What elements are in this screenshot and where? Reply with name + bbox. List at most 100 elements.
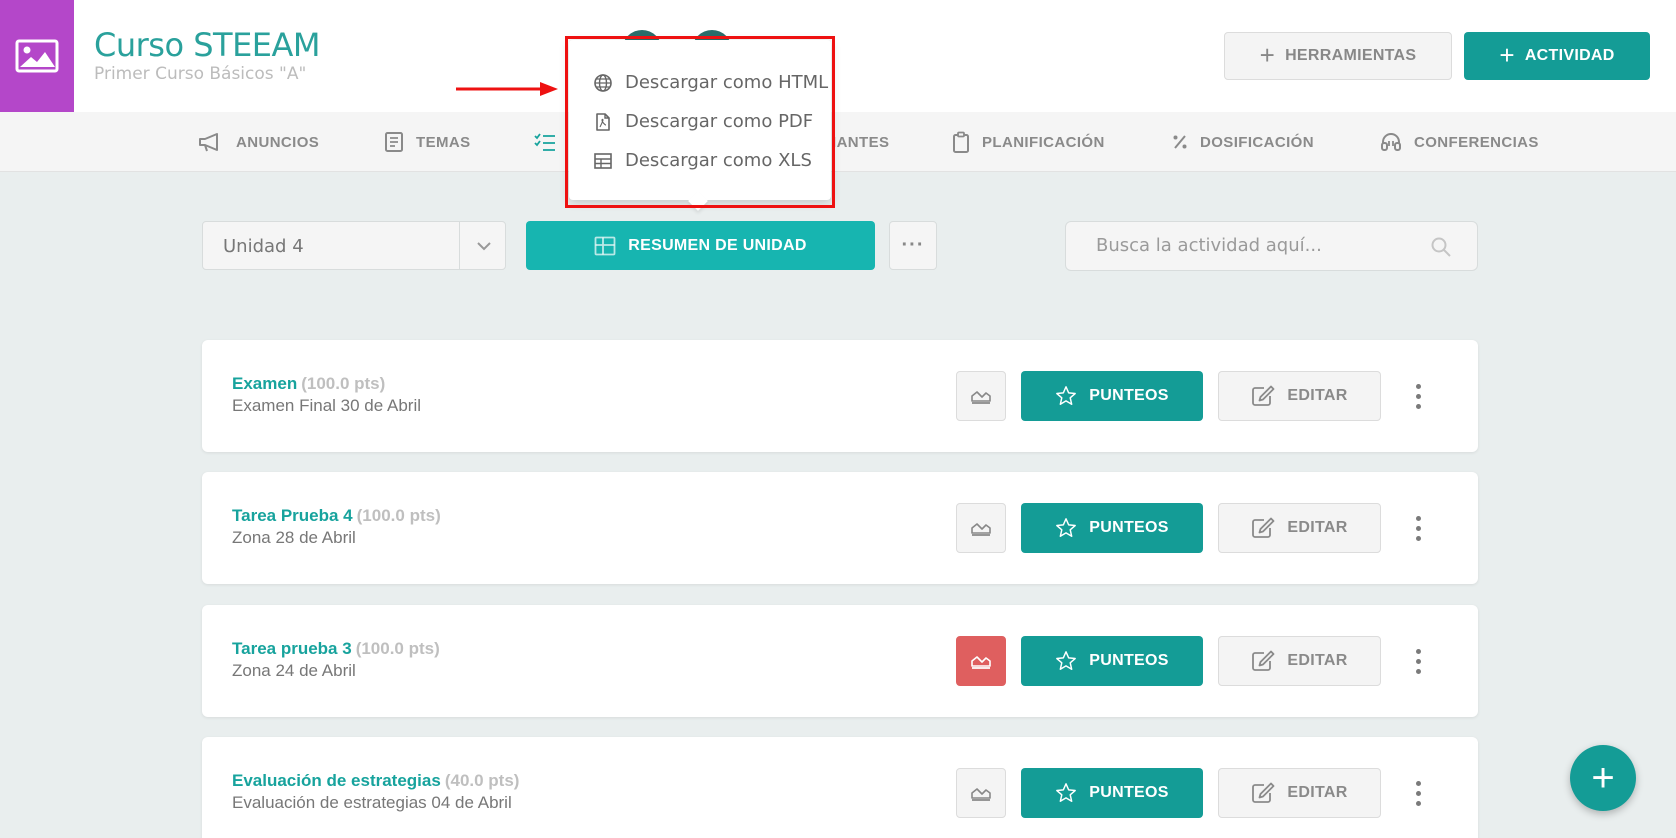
grades-button[interactable]: PUNTEOS — [1021, 636, 1203, 686]
tab-label: ANUNCIOS — [236, 133, 320, 151]
activity-description: Examen Final 30 de Abril — [232, 396, 421, 415]
course-image-icon[interactable] — [0, 0, 74, 112]
kebab-menu-icon[interactable] — [1408, 508, 1428, 548]
grades-button[interactable]: PUNTEOS — [1021, 503, 1203, 553]
add-activity-button[interactable]: + ACTIVIDAD — [1464, 32, 1650, 80]
edit-button[interactable]: EDITAR — [1218, 371, 1381, 421]
stats-button-alert[interactable] — [956, 636, 1006, 686]
edit-button[interactable]: EDITAR — [1218, 768, 1381, 818]
activity-points: (100.0 pts) — [301, 374, 386, 393]
grades-button-label: PUNTEOS — [1089, 519, 1169, 536]
tab-planificacion[interactable]: PLANIFICACIÓN — [952, 112, 1105, 172]
activity-title: Tarea prueba 3 — [232, 639, 352, 658]
course-nav: ANUNCIOS TEMAS IANTES PLANIFICACIÓN DOSI… — [0, 112, 1676, 172]
star-icon — [1056, 651, 1077, 670]
grades-button[interactable]: PUNTEOS — [1021, 768, 1203, 818]
percent-icon — [1173, 135, 1187, 149]
tab-label: PLANIFICACIÓN — [982, 133, 1105, 151]
book-icon — [385, 132, 403, 152]
activity-description: Zona 24 de Abril — [232, 661, 356, 680]
activity-title: Examen — [232, 374, 298, 393]
grid-icon — [594, 236, 616, 255]
edit-icon — [1252, 385, 1275, 406]
tab-label: IANTES — [832, 133, 890, 151]
clipboard-icon — [953, 131, 969, 153]
activity-points: (40.0 pts) — [444, 771, 520, 790]
stats-button[interactable] — [956, 768, 1006, 818]
activity-description: Evaluación de estrategias 04 de Abril — [232, 793, 512, 812]
activity-title-line[interactable]: Examen (100.0 pts) — [232, 374, 385, 394]
stats-button[interactable] — [956, 503, 1006, 553]
annotation-highlight-box — [565, 36, 835, 208]
activity-card: Evaluación de estrategias (40.0 pts) Eval… — [202, 737, 1478, 838]
activity-card: Examen (100.0 pts) Examen Final 30 de Abr… — [202, 340, 1478, 452]
tab-conferencias[interactable]: CONFERENCIAS — [1380, 112, 1539, 172]
edit-button-label: EDITAR — [1287, 784, 1348, 801]
tab-label: CONFERENCIAS — [1414, 133, 1539, 151]
image-placeholder-icon — [15, 39, 59, 73]
course-title: Curso STEEAM — [94, 26, 321, 64]
headset-icon — [1381, 133, 1401, 151]
search-input[interactable] — [1096, 235, 1426, 256]
chevron-down-icon — [477, 242, 491, 251]
tab-actividades[interactable] — [534, 112, 556, 172]
edit-icon — [1252, 650, 1275, 671]
activity-points: (100.0 pts) — [355, 639, 440, 658]
activity-title-line[interactable]: Evaluación de estrategias (40.0 pts) — [232, 771, 519, 791]
tab-label: DOSIFICACIÓN — [1200, 133, 1314, 151]
edit-button[interactable]: EDITAR — [1218, 503, 1381, 553]
stats-button[interactable] — [956, 371, 1006, 421]
area-chart-icon — [971, 788, 991, 801]
plus-icon: + — [1499, 39, 1515, 70]
more-options-button[interactable]: ··· — [889, 221, 937, 270]
activity-title-line[interactable]: Tarea Prueba 4 (100.0 pts) — [232, 506, 441, 526]
tools-button-label: HERRAMIENTAS — [1285, 47, 1417, 64]
area-chart-icon — [971, 391, 991, 404]
grades-button-label: PUNTEOS — [1089, 387, 1169, 404]
ellipsis-icon: ··· — [901, 234, 925, 256]
activity-title: Tarea Prueba 4 — [232, 506, 353, 525]
megaphone-icon — [199, 133, 218, 152]
course-subtitle: Primer Curso Básicos "A" — [94, 64, 307, 84]
kebab-menu-icon[interactable] — [1408, 773, 1428, 813]
tools-button[interactable]: + HERRAMIENTAS — [1224, 32, 1452, 80]
kebab-menu-icon[interactable] — [1408, 641, 1428, 681]
unit-summary-button[interactable]: RESUMEN DE UNIDAD — [526, 221, 875, 270]
edit-button-label: EDITAR — [1287, 387, 1348, 404]
search-icon[interactable] — [1430, 236, 1452, 258]
grades-button[interactable]: PUNTEOS — [1021, 371, 1203, 421]
tab-temas[interactable]: TEMAS — [384, 112, 471, 172]
tab-estudiantes[interactable]: IANTES — [832, 112, 889, 172]
activity-card: Tarea prueba 3 (100.0 pts) Zona 24 de Abr… — [202, 605, 1478, 717]
edit-button-label: EDITAR — [1287, 652, 1348, 669]
edit-button[interactable]: EDITAR — [1218, 636, 1381, 686]
activity-card: Tarea Prueba 4 (100.0 pts) Zona 28 de Abr… — [202, 472, 1478, 584]
floating-add-button[interactable]: + — [1570, 745, 1636, 811]
activity-search — [1065, 221, 1478, 271]
grades-button-label: PUNTEOS — [1089, 784, 1169, 801]
edit-icon — [1252, 517, 1275, 538]
star-icon — [1056, 783, 1077, 802]
activity-title-line[interactable]: Tarea prueba 3 (100.0 pts) — [232, 639, 440, 659]
unit-select-value: Unidad 4 — [223, 236, 304, 257]
activity-points: (100.0 pts) — [356, 506, 441, 525]
grades-button-label: PUNTEOS — [1089, 652, 1169, 669]
edit-icon — [1252, 782, 1275, 803]
add-activity-label: ACTIVIDAD — [1524, 47, 1615, 64]
plus-icon: + — [1259, 39, 1276, 70]
edit-button-label: EDITAR — [1287, 519, 1348, 536]
star-icon — [1056, 518, 1077, 537]
tab-dosificacion[interactable]: DOSIFICACIÓN — [1172, 112, 1314, 172]
plus-icon: + — [1591, 756, 1615, 800]
area-chart-icon — [971, 523, 991, 536]
top-header: Curso STEEAM Primer Curso Básicos "A" + … — [0, 0, 1676, 112]
tab-anuncios[interactable]: ANUNCIOS — [198, 112, 319, 172]
kebab-menu-icon[interactable] — [1408, 376, 1428, 416]
tab-label: TEMAS — [416, 133, 471, 151]
activity-title: Evaluación de estrategias — [232, 771, 441, 790]
area-chart-icon — [971, 656, 991, 669]
unit-summary-label: RESUMEN DE UNIDAD — [628, 236, 807, 254]
annotation-arrow-icon — [456, 82, 558, 96]
star-icon — [1056, 386, 1077, 405]
unit-select[interactable]: Unidad 4 — [202, 221, 506, 270]
